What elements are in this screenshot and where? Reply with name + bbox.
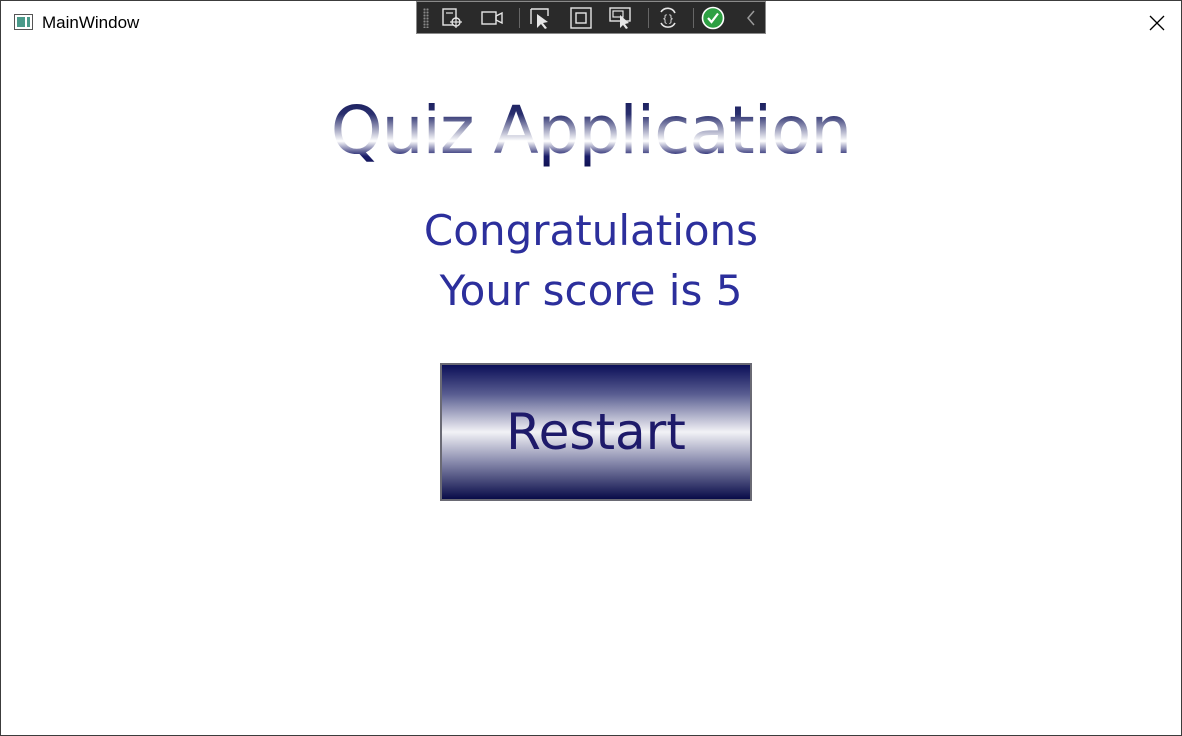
record-button[interactable] (479, 6, 505, 30)
window-title: MainWindow (42, 13, 140, 32)
app-window-icon (14, 14, 33, 30)
collapse-toolbar-button[interactable] (738, 6, 764, 30)
close-button[interactable] (1142, 8, 1172, 38)
main-window: MainWindow {} Quiz Application Congratul… (0, 0, 1182, 736)
toolbar-separator (693, 8, 694, 28)
video-camera-icon (481, 11, 503, 25)
page-title: Quiz Application (1, 89, 1181, 173)
toolbar-grip[interactable] (423, 8, 429, 28)
svg-text:{}: {} (662, 14, 674, 25)
check-circle-icon (701, 6, 725, 30)
layout-adorner-icon (570, 7, 592, 29)
select-element-button[interactable] (439, 6, 465, 30)
hot-reload-button[interactable]: {} (655, 6, 681, 30)
status-check-button[interactable] (700, 6, 726, 30)
select-element-icon (442, 8, 462, 28)
toolbar-separator (648, 8, 649, 28)
track-focus-icon (609, 7, 631, 29)
track-focus-button[interactable] (608, 6, 634, 30)
layout-adorner-button[interactable] (568, 6, 594, 30)
pointer-select-button[interactable] (528, 6, 554, 30)
pointer-select-icon (530, 8, 549, 29)
restart-button[interactable]: Restart (440, 363, 752, 501)
score-text: Your score is 5 (439, 266, 743, 315)
close-icon (1149, 15, 1165, 31)
collapse-chevron-icon (747, 10, 755, 26)
xaml-debug-toolbar: {} (416, 1, 766, 34)
hot-reload-icon: {} (660, 7, 676, 28)
toolbar-separator (519, 8, 520, 28)
congratulations-text: Congratulations (423, 206, 759, 255)
